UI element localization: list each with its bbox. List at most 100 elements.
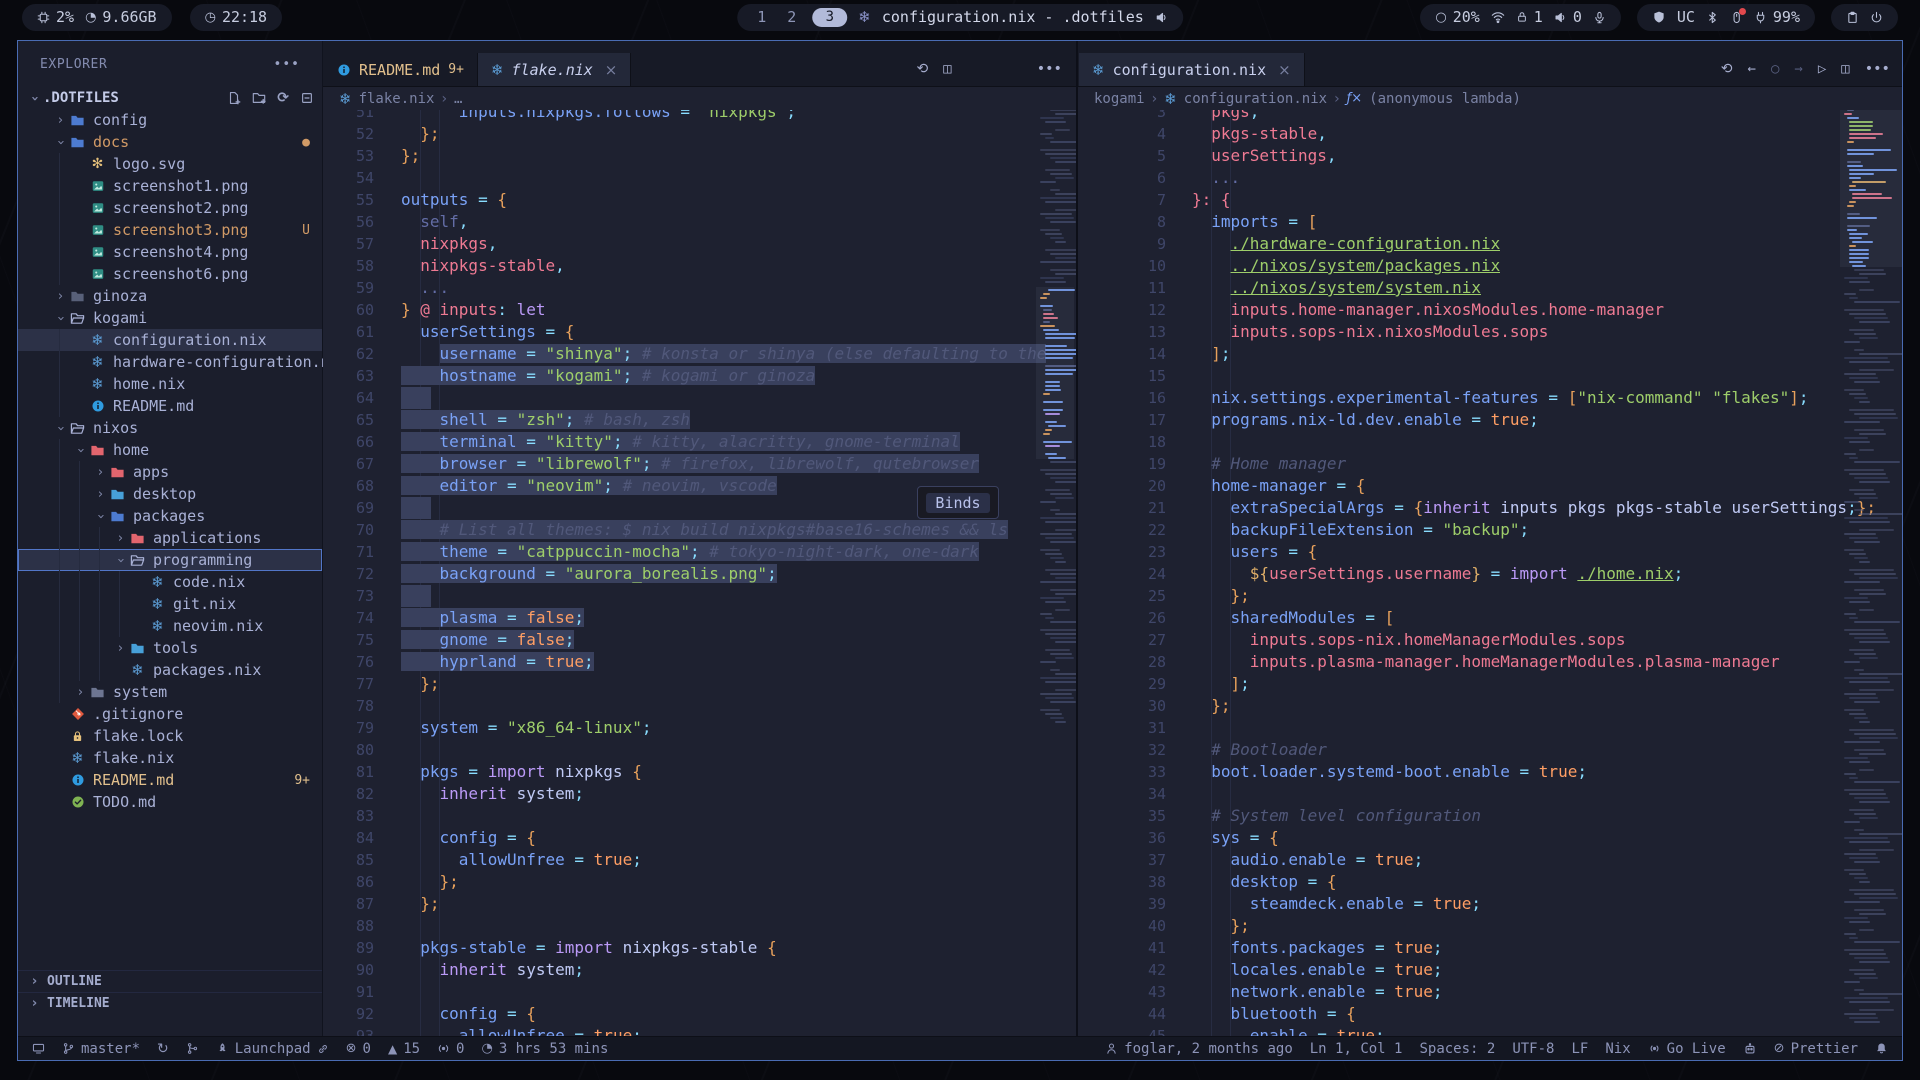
editor-action-button[interactable]: ○ [1771,61,1779,77]
tree-item-packages[interactable]: ›packages [18,505,322,527]
workspace-2[interactable]: 2 [782,8,801,26]
explorer-more-actions-button[interactable]: ••• [274,57,300,72]
statusbar-item-0[interactable]: ⊗0 [346,1041,371,1057]
tree-item-screenshot4.png[interactable]: screenshot4.png [18,241,322,263]
breadcrumb-segment[interactable]: … [454,91,462,107]
editor-action-button[interactable]: ◫ [943,61,951,77]
editor-flake-nix[interactable]: 51 inputs.nixpkgs.follows = "nixpkgs";52… [323,87,1076,1036]
editor-action-button[interactable]: → [1794,61,1802,77]
editor-configuration-nix[interactable]: 3 pkgs,4 pkgs-stable,5 userSettings,6 ..… [1078,87,1902,1036]
refresh-button[interactable]: ⟳ [277,90,289,106]
statusbar-item[interactable] [32,1042,45,1055]
tree-item-home[interactable]: ›home [18,439,322,461]
tree-item-screenshot3.png[interactable]: screenshot3.pngU [18,219,322,241]
tree-item-home.nix[interactable]: ❄home.nix [18,373,322,395]
clock-item[interactable]: ◷22:18 [205,8,268,26]
statusbar-item-ln[interactable]: Ln 1, Col 1 [1310,1041,1403,1057]
statusbar-item-3[interactable]: ◔3 hrs 53 mins [481,1041,608,1057]
tree-item-applications[interactable]: ›applications [18,527,322,549]
status-item[interactable] [1593,11,1606,24]
tab-readme.md[interactable]: README.md9+ [324,53,478,86]
tree-item-neovim.nix[interactable]: ❄neovim.nix [18,615,322,637]
statusbar-item-lf[interactable]: LF [1571,1041,1588,1057]
statusbar-item-go[interactable]: Go Live [1648,1041,1726,1057]
statusbar-item-0[interactable]: 0 [437,1041,464,1057]
breadcrumbs-right[interactable]: kogami›❄configuration.nix›ƒ×(anonymous l… [1078,87,1902,110]
tree-item-system[interactable]: ›system [18,681,322,703]
breadcrumb-segment[interactable]: configuration.nix [1184,91,1327,107]
tab-flake.nix[interactable]: ❄flake.nix× [478,53,631,86]
tree-item-flake.lock[interactable]: flake.lock [18,725,322,747]
minimap-slider[interactable] [1036,287,1074,459]
workspace-1[interactable]: 1 [752,8,771,26]
editor-action-button[interactable]: ⟲ [917,61,929,77]
statusbar-item-prettier[interactable]: ⊘Prettier [1774,1041,1858,1057]
status-item[interactable]: ○20% [1435,8,1479,26]
tree-item-flake.nix[interactable]: ❄flake.nix [18,747,322,769]
tree-item-screenshot2.png[interactable]: screenshot2.png [18,197,322,219]
tree-item-hardware-configuration.nix[interactable]: ❄hardware-configuration.nix [18,351,322,373]
tree-root-dotfiles[interactable]: ›.DOTFILES⟳ [18,87,322,109]
tree-item-todo.md[interactable]: TODO.md [18,791,322,813]
tree-item-configuration.nix[interactable]: ❄configuration.nix [18,329,322,351]
tree-item-screenshot6.png[interactable]: screenshot6.png [18,263,322,285]
tree-item-packages.nix[interactable]: ❄packages.nix [18,659,322,681]
close-icon[interactable]: × [1278,61,1291,79]
status-item[interactable]: 0 [1554,8,1582,26]
tree-item-readme.md[interactable]: README.md [18,395,322,417]
workspace-3[interactable]: 3 [812,8,847,27]
statusbar-item-nix[interactable]: Nix [1605,1041,1630,1057]
minimap[interactable] [1038,87,1072,1036]
collapse-all-button[interactable] [300,90,314,106]
tree-item-kogami[interactable]: ›kogami [18,307,322,329]
statusbar-item-launchpad[interactable]: Launchpad [216,1041,329,1057]
device-item[interactable] [1706,11,1719,24]
statusbar-item-utf-8[interactable]: UTF-8 [1512,1041,1554,1057]
editor-action-button[interactable]: ▷ [1818,61,1826,77]
breadcrumbs-left[interactable]: ❄flake.nix›… [323,87,1076,110]
tree-item-ginoza[interactable]: ›ginoza [18,285,322,307]
power-item[interactable] [1870,11,1883,24]
statusbar-item[interactable]: ↻ [157,1041,169,1057]
editor-action-button[interactable]: ⟲ [1721,61,1733,77]
statusbar-item[interactable] [1875,1042,1888,1055]
editor-action-button[interactable]: ← [1748,61,1756,77]
close-icon[interactable]: × [605,61,618,79]
device-item[interactable]: 99% [1754,8,1800,26]
tree-item-screenshot1.png[interactable]: screenshot1.png [18,175,322,197]
new-folder-button[interactable] [252,90,266,106]
device-item[interactable] [1730,11,1743,24]
tab-configuration.nix[interactable]: ❄configuration.nix× [1079,53,1305,86]
new-file-button[interactable] [227,90,241,106]
tree-item-desktop[interactable]: ›desktop [18,483,322,505]
device-item[interactable] [1652,10,1666,24]
tree-item-programming[interactable]: ›programming [18,549,322,571]
statusbar-item-spaces[interactable]: Spaces: 2 [1419,1041,1495,1057]
power-item[interactable] [1846,11,1859,24]
tree-item-docs[interactable]: ›docs● [18,131,322,153]
status-item[interactable]: 1 [1516,8,1543,26]
editor-action-button[interactable]: ••• [1037,61,1062,77]
system-stat[interactable]: 2% [37,8,74,26]
breadcrumb-segment[interactable]: flake.nix [359,91,435,107]
outline-section[interactable]: › OUTLINE [18,970,322,992]
statusbar-item-master*[interactable]: master* [62,1041,140,1057]
tree-item-code.nix[interactable]: ❄code.nix [18,571,322,593]
timeline-section[interactable]: › TIMELINE [18,992,322,1014]
statusbar-item[interactable] [186,1042,199,1055]
editor-action-button[interactable]: ◫ [1841,61,1849,77]
statusbar-item-foglar[interactable]: foglar, 2 months ago [1105,1041,1293,1057]
breadcrumb-segment[interactable]: kogami [1094,91,1145,107]
tree-item-nixos[interactable]: ›nixos [18,417,322,439]
system-stat[interactable]: ◔9.66GB [85,8,157,26]
device-item[interactable]: UC [1677,8,1695,26]
breadcrumb-segment[interactable]: (anonymous lambda) [1369,91,1521,107]
minimap-slider[interactable] [1840,95,1902,267]
tree-item-readme.md[interactable]: README.md9+ [18,769,322,791]
minimap[interactable] [1842,87,1900,1036]
tree-item-git.nix[interactable]: ❄git.nix [18,593,322,615]
editor-action-button[interactable]: ••• [1865,61,1890,77]
tree-item-tools[interactable]: ›tools [18,637,322,659]
tree-item-logo.svg[interactable]: ✻logo.svg [18,153,322,175]
tree-item-apps[interactable]: ›apps [18,461,322,483]
